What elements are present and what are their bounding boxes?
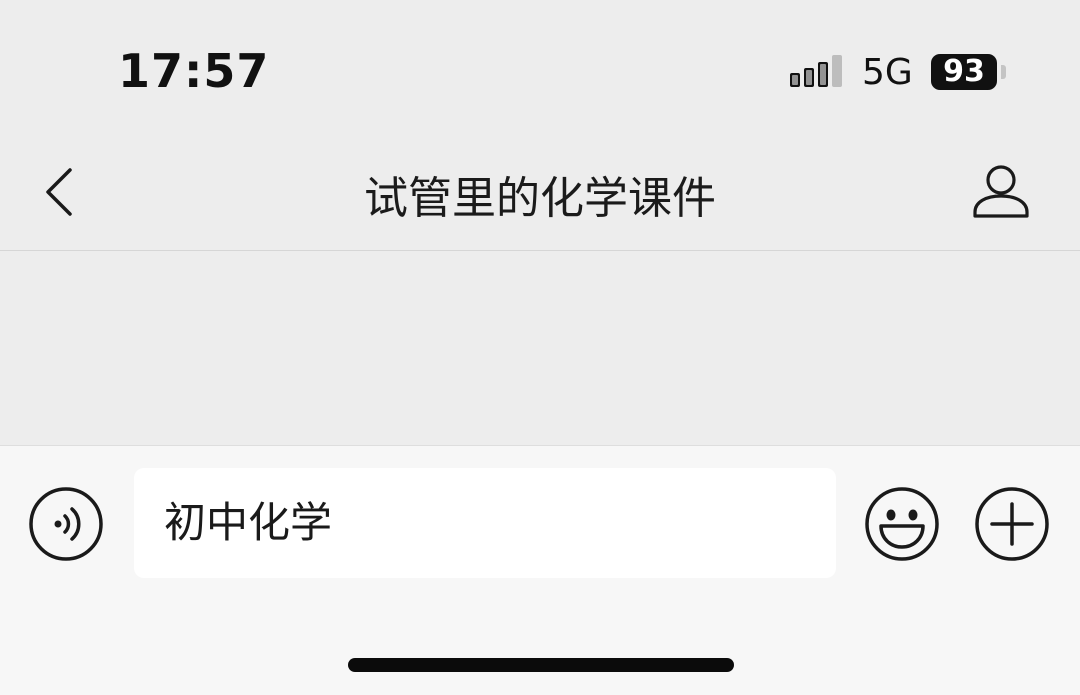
message-input[interactable]: [134, 468, 836, 578]
status-bar: 17:57 5G 93: [0, 0, 1080, 140]
network-label: 5G: [862, 52, 913, 93]
home-indicator[interactable]: [348, 658, 734, 672]
battery-tip: [1001, 65, 1006, 79]
signal-icon: [790, 55, 842, 87]
voice-icon[interactable]: [28, 486, 104, 562]
input-bar: [0, 445, 1080, 695]
person-icon[interactable]: [968, 162, 1034, 222]
page-title: 试管里的化学课件: [364, 173, 716, 224]
chevron-left-icon[interactable]: [36, 164, 84, 220]
chat-area: [0, 251, 1080, 445]
status-time: 17:57: [118, 44, 270, 98]
plus-icon[interactable]: [974, 486, 1050, 562]
navigation-bar: 试管里的化学课件: [0, 140, 1080, 251]
emoji-icon[interactable]: [864, 486, 940, 562]
battery-level: 93: [931, 54, 997, 90]
